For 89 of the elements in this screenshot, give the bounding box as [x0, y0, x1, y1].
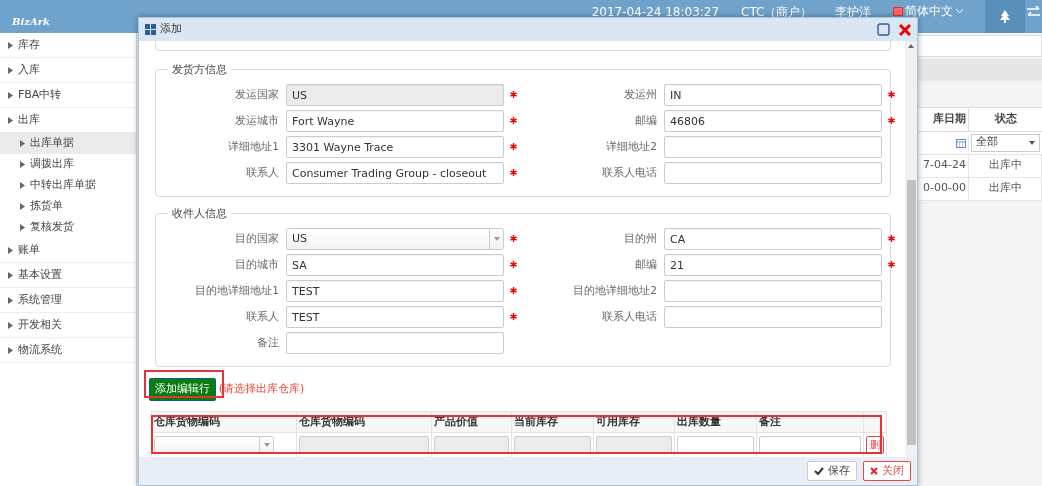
input-field[interactable]	[664, 162, 882, 184]
caret-icon	[20, 140, 25, 147]
caret-icon	[8, 346, 13, 354]
country-select[interactable]: US	[286, 228, 504, 250]
save-button[interactable]: 保存	[807, 460, 857, 482]
input-field[interactable]: IN	[664, 84, 882, 106]
field-label: 目的国家	[234, 231, 280, 247]
sidebar-item[interactable]: 账单	[0, 238, 136, 263]
maximize-icon[interactable]	[876, 23, 890, 36]
logo: BizArk	[11, 15, 51, 29]
scrollbar-thumb[interactable]	[906, 180, 916, 445]
input-field[interactable]: TEST	[286, 280, 504, 302]
caret-icon	[20, 224, 25, 231]
caret-icon	[8, 271, 13, 279]
input-field[interactable]: Fort Wayne	[286, 110, 504, 132]
sidebar-item[interactable]: 入库	[0, 58, 136, 83]
caret-icon	[956, 8, 963, 14]
add-row-button[interactable]: 添加编辑行	[149, 378, 216, 401]
status-select[interactable]: 全部	[971, 133, 1040, 152]
caret-icon	[493, 237, 500, 241]
field-label: 联系人电话	[601, 165, 658, 181]
dialog-title: 添加	[160, 21, 183, 38]
scrollbar[interactable]	[905, 41, 917, 457]
field-label: 详细地址1	[227, 139, 280, 155]
input-field[interactable]	[664, 280, 882, 302]
scroll-up-icon	[908, 43, 914, 48]
sidebar-subitem[interactable]: 出库单据	[0, 133, 136, 154]
close-button[interactable]: 关闭	[863, 460, 911, 482]
input-field[interactable]: 46806	[664, 110, 882, 132]
table-cell: 出库中	[969, 154, 1042, 177]
field-label: 发运州	[623, 87, 658, 103]
caret-icon	[8, 296, 13, 304]
field-label: 发运城市	[234, 113, 280, 129]
caret-icon	[1029, 140, 1035, 145]
sidebar-subitem[interactable]: 复核发货	[0, 217, 136, 238]
tree-icon	[1000, 10, 1010, 23]
sidebar-item[interactable]: 开发相关	[0, 313, 136, 338]
input-field[interactable]	[286, 332, 504, 354]
input-field[interactable]	[664, 136, 882, 158]
input-field[interactable]: Consumer Trading Group - closeout	[286, 162, 504, 184]
caret-icon	[8, 66, 13, 74]
field-label: 备注	[256, 335, 280, 351]
caret-icon	[20, 161, 25, 168]
sidebar-item[interactable]: 库存	[0, 33, 136, 58]
field-label: 目的地详细地址1	[194, 283, 280, 299]
sidebar-item[interactable]: FBA中转	[0, 83, 136, 108]
sidebar-subitem[interactable]: 中转出库单据	[0, 175, 136, 196]
close-icon[interactable]	[899, 23, 911, 36]
caret-icon	[20, 203, 25, 210]
field-label: 目的城市	[234, 257, 280, 273]
sidebar-item[interactable]: 系统管理	[0, 288, 136, 313]
swap-icon	[1025, 5, 1042, 18]
column-header[interactable]: 状态	[969, 108, 1042, 131]
field-label: 联系人	[245, 309, 280, 325]
datetime-text: 2017-04-24 18:03:27	[591, 4, 720, 21]
sidebar-item[interactable]: 基本设置	[0, 263, 136, 288]
check-icon	[814, 467, 824, 475]
input-field[interactable]: SA	[286, 254, 504, 276]
caret-icon	[263, 443, 270, 447]
sidebar-subitem[interactable]: 调拨出库	[0, 154, 136, 175]
input-field[interactable]: CA	[664, 228, 882, 250]
field-label: 目的地详细地址2	[572, 283, 658, 299]
input-field[interactable]	[664, 306, 882, 328]
tree-button[interactable]	[985, 0, 1025, 33]
field-label: 邮编	[634, 113, 658, 129]
caret-icon	[20, 182, 25, 189]
grid-icon	[145, 24, 156, 35]
input-field[interactable]: 3301 Wayne Trace	[286, 136, 504, 158]
field-label: 联系人电话	[601, 309, 658, 325]
caret-icon	[8, 321, 13, 329]
flag-icon	[892, 6, 903, 16]
field-label: 邮编	[634, 257, 658, 273]
sidebar-item[interactable]: 物流系统	[0, 338, 136, 363]
input-field[interactable]: US	[286, 84, 504, 106]
input-field[interactable]: 21	[664, 254, 882, 276]
caret-icon	[8, 41, 13, 49]
hint-text: (请选择出库仓库)	[218, 381, 305, 397]
field-label: 详细地址2	[605, 139, 658, 155]
field-label: 目的州	[623, 231, 658, 247]
input-field[interactable]: TEST	[286, 306, 504, 328]
field-label: 联系人	[245, 165, 280, 181]
caret-icon	[8, 116, 13, 124]
sidebar-subitem[interactable]: 拣货单	[0, 196, 136, 217]
close-icon	[870, 467, 878, 475]
field-label: 发运国家	[234, 87, 280, 103]
caret-icon	[8, 246, 13, 254]
caret-icon	[8, 91, 13, 99]
calendar-icon	[956, 137, 966, 148]
table-cell: 出库中	[969, 177, 1042, 200]
